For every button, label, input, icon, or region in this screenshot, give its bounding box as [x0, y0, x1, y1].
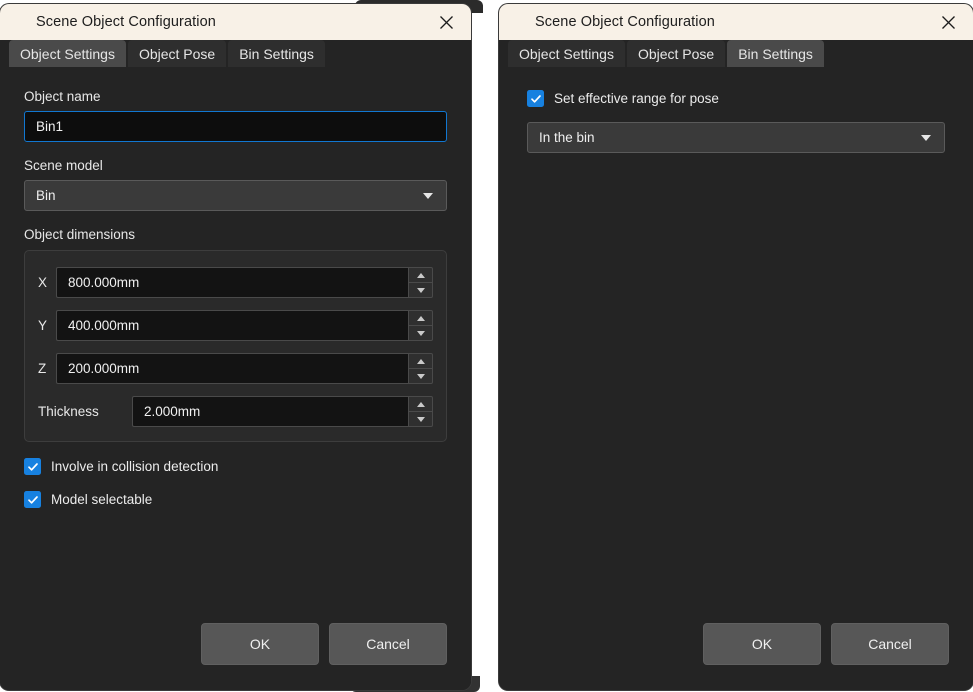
dimension-stepper-y: 400.000mm	[56, 310, 433, 341]
dimension-row-z: Z 200.000mm	[38, 353, 433, 384]
dimension-axis-label-thickness: Thickness	[38, 404, 132, 419]
dimension-stepper-x: 800.000mm	[56, 267, 433, 298]
dimension-stepper-thickness: 2.000mm	[132, 396, 433, 427]
right-dialog-title: Scene Object Configuration	[535, 14, 715, 30]
tab-bin-settings[interactable]: Bin Settings	[228, 40, 325, 67]
dimension-input-thickness[interactable]: 2.000mm	[132, 396, 408, 427]
tab-object-pose[interactable]: Object Pose	[128, 40, 226, 67]
scene-model-value: Bin	[36, 188, 56, 203]
cancel-button[interactable]: Cancel	[831, 623, 949, 665]
right-dialog-footer: OK Cancel	[499, 623, 973, 665]
tab-object-settings-label: Object Settings	[519, 46, 614, 62]
checkbox-involve-in-collision-detection[interactable]: Involve in collision detection	[24, 458, 447, 475]
checkmark-icon-collision	[24, 458, 41, 475]
checkbox-set-effective-range-for-pose[interactable]: Set effective range for pose	[527, 90, 945, 107]
checkmark-icon-effective-range	[527, 90, 544, 107]
tab-object-settings-label: Object Settings	[20, 46, 115, 62]
spin-up-icon-x[interactable]	[409, 268, 432, 283]
left-dialog-body: Object name Bin1 Scene model Bin Object …	[0, 73, 471, 690]
dimension-row-x: X 800.000mm	[38, 267, 433, 298]
screen-root: Scene Object Configuration Object Settin…	[0, 0, 973, 692]
cancel-button[interactable]: Cancel	[329, 623, 447, 665]
spin-up-icon-z[interactable]	[409, 354, 432, 369]
tab-bin-settings-label: Bin Settings	[239, 46, 314, 62]
tab-object-settings[interactable]: Object Settings	[9, 40, 126, 67]
tab-object-settings[interactable]: Object Settings	[508, 40, 625, 67]
spin-down-icon-y[interactable]	[409, 326, 432, 340]
dimension-stepper-z: 200.000mm	[56, 353, 433, 384]
dimension-input-y[interactable]: 400.000mm	[56, 310, 408, 341]
dimension-spin-buttons-z	[408, 353, 433, 384]
checkbox-label-model-selectable: Model selectable	[51, 492, 152, 507]
left-dialog-titlebar: Scene Object Configuration	[0, 4, 471, 40]
effective-range-value: In the bin	[539, 130, 595, 145]
object-dimensions-group: X 800.000mm Y 400.000mm	[24, 250, 447, 442]
dimension-input-z[interactable]: 200.000mm	[56, 353, 408, 384]
dimension-axis-label-z: Z	[38, 361, 56, 376]
right-dialog-tabstrip: Object Settings Object Pose Bin Settings	[499, 40, 973, 73]
chevron-down-icon	[423, 193, 433, 199]
spin-down-icon-z[interactable]	[409, 369, 432, 383]
tab-object-pose-label: Object Pose	[139, 46, 215, 62]
spin-down-icon-thickness[interactable]	[409, 412, 432, 426]
checkbox-model-selectable[interactable]: Model selectable	[24, 491, 447, 508]
ok-button[interactable]: OK	[703, 623, 821, 665]
dimension-spin-buttons-thickness	[408, 396, 433, 427]
checkbox-label-collision: Involve in collision detection	[51, 459, 218, 474]
left-dialog-footer: OK Cancel	[0, 623, 471, 665]
close-icon[interactable]	[933, 8, 963, 36]
right-dialog-titlebar: Scene Object Configuration	[499, 4, 973, 40]
scene-object-configuration-dialog-right: Scene Object Configuration Object Settin…	[499, 4, 973, 690]
ok-button-label: OK	[752, 636, 772, 652]
dimension-spin-buttons-x	[408, 267, 433, 298]
object-name-input[interactable]: Bin1	[24, 111, 447, 142]
chevron-down-icon	[921, 135, 931, 141]
scene-object-configuration-dialog-left: Scene Object Configuration Object Settin…	[0, 4, 471, 690]
checkmark-icon-model-selectable	[24, 491, 41, 508]
ok-button[interactable]: OK	[201, 623, 319, 665]
dimension-row-y: Y 400.000mm	[38, 310, 433, 341]
tab-object-pose-label: Object Pose	[638, 46, 714, 62]
scene-model-label: Scene model	[24, 158, 447, 173]
cancel-button-label: Cancel	[366, 636, 410, 652]
scene-model-select[interactable]: Bin	[24, 180, 447, 211]
dimension-axis-label-x: X	[38, 275, 56, 290]
left-dialog-title: Scene Object Configuration	[36, 14, 216, 30]
close-icon[interactable]	[431, 8, 461, 36]
spin-up-icon-y[interactable]	[409, 311, 432, 326]
tab-object-pose[interactable]: Object Pose	[627, 40, 725, 67]
left-dialog-tabstrip: Object Settings Object Pose Bin Settings	[0, 40, 471, 73]
dimension-spin-buttons-y	[408, 310, 433, 341]
right-dialog-body: Set effective range for pose In the bin …	[499, 73, 973, 690]
ok-button-label: OK	[250, 636, 270, 652]
tab-bin-settings-label: Bin Settings	[738, 46, 813, 62]
object-dimensions-label: Object dimensions	[24, 227, 447, 242]
tab-bin-settings[interactable]: Bin Settings	[727, 40, 824, 67]
effective-range-select[interactable]: In the bin	[527, 122, 945, 153]
dimension-axis-label-y: Y	[38, 318, 56, 333]
dimension-input-x[interactable]: 800.000mm	[56, 267, 408, 298]
spin-up-icon-thickness[interactable]	[409, 397, 432, 412]
checkbox-label-effective-range: Set effective range for pose	[554, 91, 719, 106]
dimension-row-thickness: Thickness 2.000mm	[38, 396, 433, 427]
object-name-label: Object name	[24, 89, 447, 104]
spin-down-icon-x[interactable]	[409, 283, 432, 297]
cancel-button-label: Cancel	[868, 636, 912, 652]
